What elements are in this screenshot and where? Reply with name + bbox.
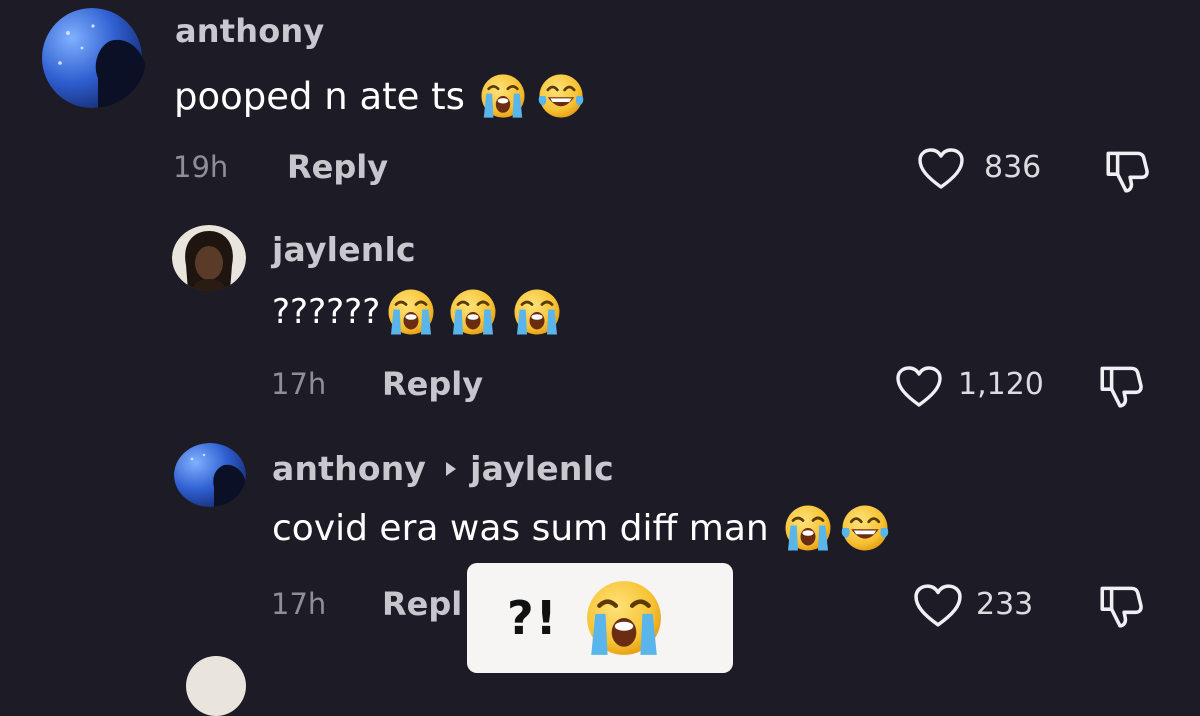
heart-outline-icon[interactable] bbox=[912, 583, 964, 629]
heart-outline-icon[interactable] bbox=[894, 365, 944, 409]
thumbs-down-outline-icon[interactable] bbox=[1096, 580, 1146, 630]
comment-author[interactable]: anthony bbox=[272, 449, 426, 488]
like-count: 836 bbox=[984, 150, 1042, 185]
thumbs-down-outline-icon[interactable] bbox=[1102, 145, 1152, 195]
caption-overlay: ?! bbox=[467, 563, 733, 673]
like-count: 233 bbox=[976, 587, 1034, 622]
avatar[interactable] bbox=[38, 8, 146, 108]
comment-body: pooped n ate ts bbox=[174, 74, 465, 118]
comment-body: covid era was sum diff man bbox=[272, 507, 769, 549]
face-with-tears-of-joy-emoji bbox=[837, 503, 893, 553]
comment-username: anthony jaylenlc bbox=[272, 449, 614, 488]
comment-text: covid era was sum diff man bbox=[272, 502, 893, 554]
avatar[interactable] bbox=[172, 225, 246, 291]
comment-text: pooped n ate ts bbox=[174, 70, 587, 122]
thumbs-down-outline-icon[interactable] bbox=[1096, 360, 1146, 410]
loudly-crying-face-emoji bbox=[448, 287, 498, 337]
loudly-crying-face-emoji bbox=[386, 287, 436, 337]
avatar[interactable] bbox=[174, 443, 246, 507]
comment-text: ?????? bbox=[272, 286, 562, 338]
reply-button[interactable]: Repl bbox=[382, 585, 462, 623]
reply-to-username[interactable]: jaylenlc bbox=[470, 449, 614, 488]
overlay-text: ?! bbox=[507, 591, 559, 645]
comment-username[interactable]: jaylenlc bbox=[272, 230, 416, 269]
reply-arrow-icon bbox=[446, 461, 457, 476]
comment-body: ?????? bbox=[272, 292, 381, 332]
comment-time: 17h bbox=[271, 587, 327, 621]
avatar[interactable] bbox=[186, 656, 246, 716]
face-with-tears-of-joy-emoji bbox=[535, 72, 587, 120]
comment-username[interactable]: anthony bbox=[175, 12, 324, 50]
loudly-crying-face-emoji bbox=[783, 503, 833, 553]
loudly-crying-face-emoji bbox=[479, 72, 527, 120]
like-count: 1,120 bbox=[958, 367, 1044, 402]
loudly-crying-face-emoji bbox=[583, 577, 665, 659]
comment-time: 17h bbox=[271, 367, 327, 401]
reply-button[interactable]: Reply bbox=[287, 148, 388, 186]
comment-time: 19h bbox=[173, 150, 229, 184]
loudly-crying-face-emoji bbox=[512, 287, 562, 337]
heart-outline-icon[interactable] bbox=[917, 147, 965, 191]
reply-button[interactable]: Reply bbox=[382, 365, 483, 403]
